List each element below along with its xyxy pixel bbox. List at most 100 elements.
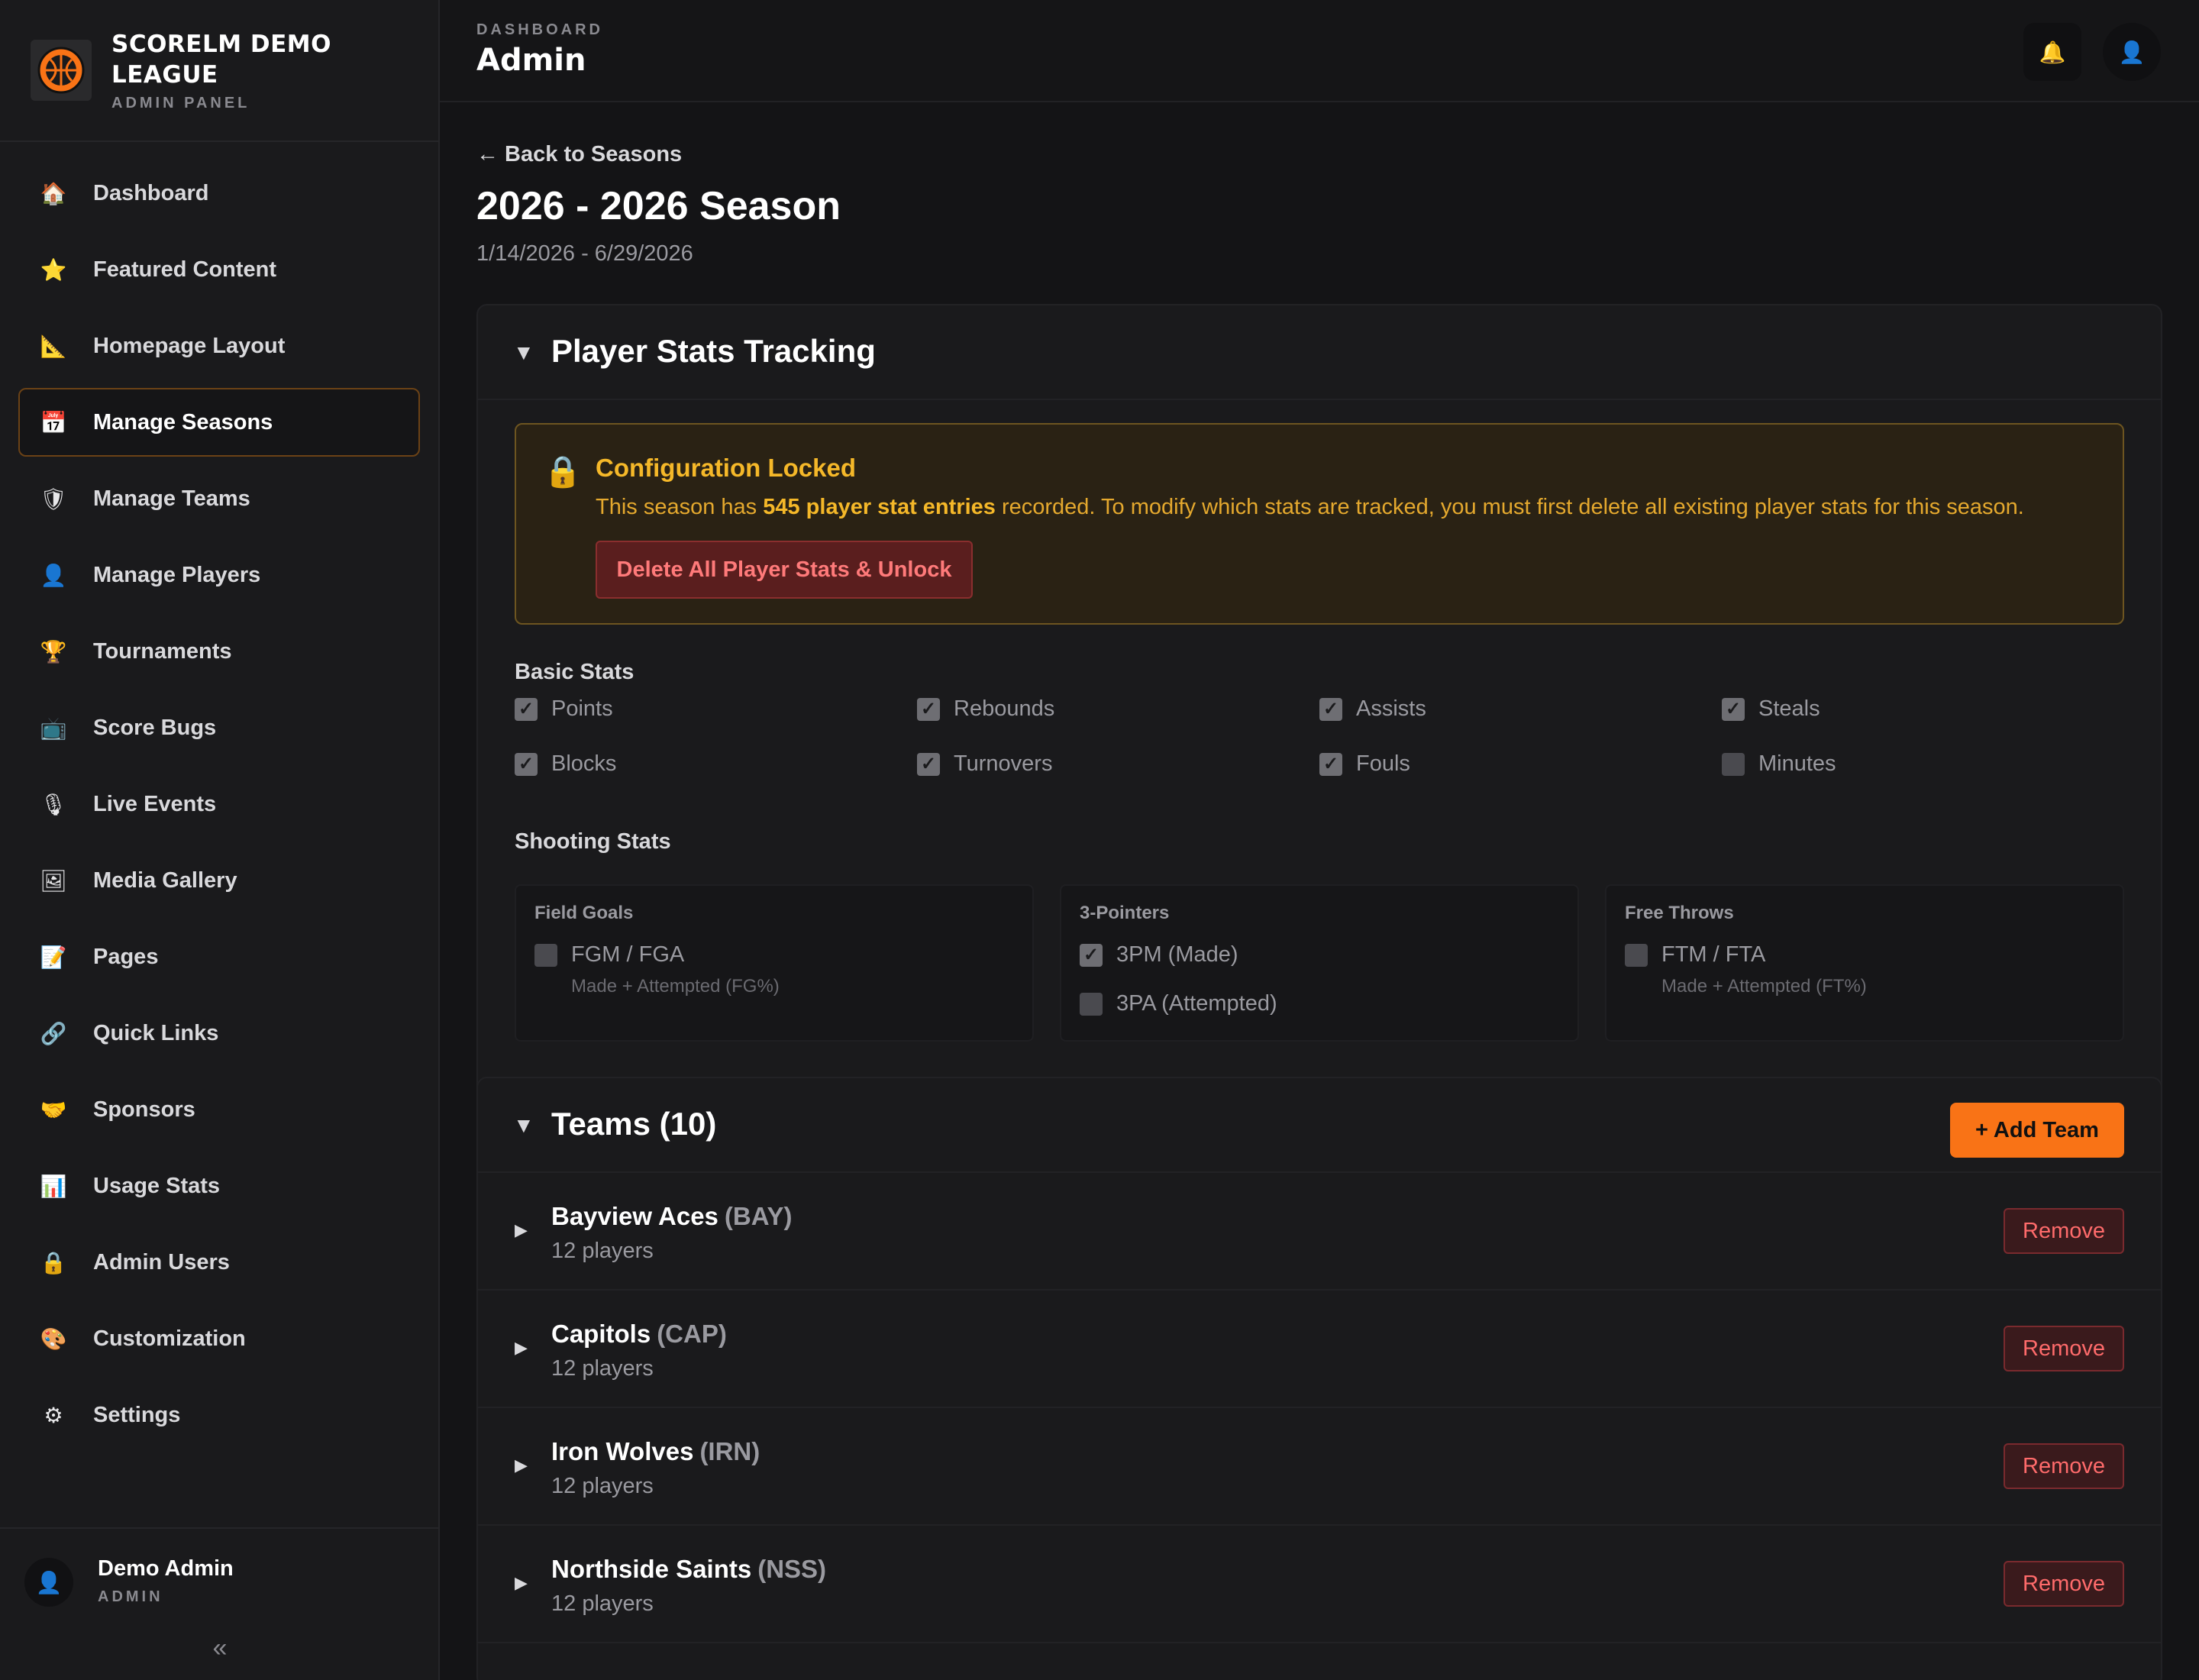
stat-checkbox-rebounds[interactable]: ✓ Rebounds bbox=[917, 696, 1319, 722]
stat-checkbox-turnovers[interactable]: ✓ Turnovers bbox=[917, 751, 1319, 777]
stat-checkbox-3pm-made[interactable]: ✓ 3PM (Made) bbox=[1080, 942, 1238, 968]
shooting-group-field-goals: Field Goals FGM / FGA Made + Attempted (FG… bbox=[515, 884, 1034, 1042]
brand-name: SCORELM DEMO LEAGUE bbox=[111, 30, 331, 89]
remove-team-button[interactable]: Remove bbox=[2004, 1208, 2124, 1254]
admin-users-icon: 🔒 bbox=[40, 1250, 67, 1275]
checkbox-unchecked-icon[interactable] bbox=[1080, 992, 1103, 1016]
team-name: Capitols (CAP) bbox=[551, 1320, 727, 1349]
stat-checkbox-assists[interactable]: ✓ Assists bbox=[1319, 696, 1722, 722]
stat-checkbox-fgm-fga[interactable]: FGM / FGA bbox=[534, 942, 684, 968]
checkbox-checked-icon[interactable]: ✓ bbox=[1319, 752, 1342, 776]
team-name-text: Iron Wolves bbox=[551, 1437, 694, 1465]
team-player-count: 12 players bbox=[551, 1474, 654, 1498]
checkbox-checked-icon[interactable]: ✓ bbox=[1722, 697, 1745, 721]
player-stats-header[interactable]: ▼ Player Stats Tracking bbox=[478, 305, 2161, 400]
expand-caret-icon[interactable]: ▶ bbox=[515, 1338, 528, 1358]
checkbox-checked-icon[interactable]: ✓ bbox=[1080, 943, 1103, 967]
collapse-caret-icon[interactable]: ▼ bbox=[513, 1113, 534, 1138]
sidebar-item-label: Settings bbox=[93, 1402, 181, 1427]
stat-label: Rebounds bbox=[954, 696, 1055, 721]
checkbox-unchecked-icon[interactable] bbox=[1722, 752, 1745, 776]
sidebar-item-live-events[interactable]: 🎙 Live Events bbox=[18, 770, 420, 838]
teams-header[interactable]: ▼ Teams (10) + Add Team bbox=[478, 1078, 2161, 1173]
table-row[interactable]: ▶ Capitols (CAP) 12 players Remove bbox=[478, 1291, 2161, 1408]
sidebar-item-quick-links[interactable]: 🔗 Quick Links bbox=[18, 999, 420, 1068]
sidebar-item-tournaments[interactable]: 🏆 Tournaments bbox=[18, 617, 420, 686]
sidebar-item-label: Score Bugs bbox=[93, 715, 217, 740]
stat-checkbox-ftm-fta[interactable]: FTM / FTA bbox=[1625, 942, 1765, 968]
team-name-text: Capitols bbox=[551, 1320, 651, 1348]
sidebar-item-featured-content[interactable]: ⭐ Featured Content bbox=[18, 235, 420, 304]
shooting-group-title: Field Goals bbox=[534, 903, 634, 923]
sidebar-item-pages[interactable]: 📝 Pages bbox=[18, 922, 420, 991]
sidebar-item-sponsors[interactable]: 🤝 Sponsors bbox=[18, 1075, 420, 1144]
sidebar-item-label: Media Gallery bbox=[93, 867, 237, 893]
sidebar: SCORELM DEMO LEAGUE ADMIN PANEL 🏠 Dashboa… bbox=[0, 0, 440, 1680]
brand-subtitle: ADMIN PANEL bbox=[111, 94, 250, 111]
sidebar-item-settings[interactable]: ⚙ Settings bbox=[18, 1381, 420, 1449]
checkbox-unchecked-icon[interactable] bbox=[534, 943, 557, 967]
stat-label: Steals bbox=[1758, 696, 1820, 721]
table-row[interactable]: ▶ Northside Saints (NSS) 12 players Remove bbox=[478, 1526, 2161, 1643]
stat-checkbox-blocks[interactable]: ✓ Blocks bbox=[515, 751, 917, 777]
table-row[interactable]: ▶ Bayview Aces (BAY) 12 players Remove bbox=[478, 1173, 2161, 1291]
sidebar-nav: 🏠 Dashboard ⭐ Featured Content 📐 Homepage Lay… bbox=[18, 159, 420, 1457]
sidebar-item-label: Pages bbox=[93, 944, 159, 969]
profile-icon[interactable]: 👤 bbox=[2103, 23, 2161, 81]
stat-checkbox-points[interactable]: ✓ Points bbox=[515, 696, 917, 722]
brand[interactable]: SCORELM DEMO LEAGUE ADMIN PANEL bbox=[0, 0, 438, 142]
team-player-count: 12 players bbox=[551, 1239, 654, 1263]
sidebar-item-manage-teams[interactable]: 🛡 Manage Teams bbox=[18, 464, 420, 533]
stat-checkbox-minutes[interactable]: Minutes bbox=[1722, 751, 2124, 777]
table-row[interactable]: ▶ Iron Wolves (IRN) 12 players Remove bbox=[478, 1408, 2161, 1526]
sidebar-item-dashboard[interactable]: 🏠 Dashboard bbox=[18, 159, 420, 228]
bell-icon[interactable]: 🔔 bbox=[2023, 23, 2081, 81]
player-stats-card: ▼ Player Stats Tracking 🔒 Configuration … bbox=[476, 304, 2162, 1145]
checkbox-checked-icon[interactable]: ✓ bbox=[917, 752, 940, 776]
sidebar-item-manage-seasons[interactable]: 📅 Manage Seasons bbox=[18, 388, 420, 457]
shooting-stats-label: Shooting Stats bbox=[515, 829, 671, 854]
sidebar-item-label: Manage Teams bbox=[93, 486, 250, 511]
stat-checkbox-fouls[interactable]: ✓ Fouls bbox=[1319, 751, 1722, 777]
checkbox-checked-icon[interactable]: ✓ bbox=[917, 697, 940, 721]
expand-caret-icon[interactable]: ▶ bbox=[515, 1455, 528, 1475]
sidebar-item-score-bugs[interactable]: 📺 Score Bugs bbox=[18, 693, 420, 762]
team-abbreviation: (BAY) bbox=[724, 1202, 793, 1230]
stat-checkbox-3pa-attempted[interactable]: 3PA (Attempted) bbox=[1080, 991, 1277, 1016]
sidebar-item-label: Tournaments bbox=[93, 638, 232, 664]
expand-caret-icon[interactable]: ▶ bbox=[515, 1220, 528, 1240]
sidebar-item-customization[interactable]: 🎨 Customization bbox=[18, 1304, 420, 1373]
team-list: ▶ Bayview Aces (BAY) 12 players Remove ▶ Capit… bbox=[478, 1173, 2161, 1643]
delete-stats-unlock-button[interactable]: Delete All Player Stats & Unlock bbox=[596, 541, 973, 599]
remove-team-button[interactable]: Remove bbox=[2004, 1443, 2124, 1489]
sidebar-item-label: Usage Stats bbox=[93, 1173, 221, 1198]
shooting-group-title: Free Throws bbox=[1625, 903, 1734, 923]
sidebar-item-media-gallery[interactable]: 🖼 Media Gallery bbox=[18, 846, 420, 915]
collapse-sidebar-icon[interactable]: « bbox=[202, 1630, 238, 1666]
sidebar-item-homepage-layout[interactable]: 📐 Homepage Layout bbox=[18, 312, 420, 380]
back-to-seasons-link[interactable]: ← Back to Seasons bbox=[476, 142, 682, 167]
remove-team-button[interactable]: Remove bbox=[2004, 1326, 2124, 1371]
stat-label: Blocks bbox=[551, 751, 617, 776]
checkbox-checked-icon[interactable]: ✓ bbox=[1319, 697, 1342, 721]
checkbox-checked-icon[interactable]: ✓ bbox=[515, 697, 538, 721]
stat-entries-count: 545 player stat entries bbox=[763, 495, 996, 519]
basic-stats-row: ✓ Blocks ✓ Turnovers ✓ Fouls Minutes bbox=[515, 751, 2124, 777]
sidebar-item-label: Sponsors bbox=[93, 1097, 195, 1122]
collapse-caret-icon[interactable]: ▼ bbox=[513, 341, 534, 365]
checkbox-unchecked-icon[interactable] bbox=[1625, 943, 1648, 967]
sidebar-item-admin-users[interactable]: 🔒 Admin Users bbox=[18, 1228, 420, 1297]
sidebar-item-label: Dashboard bbox=[93, 180, 209, 205]
usage-stats-icon: 📊 bbox=[40, 1174, 67, 1198]
team-name: Bayview Aces (BAY) bbox=[551, 1202, 793, 1231]
checkbox-checked-icon[interactable]: ✓ bbox=[515, 752, 538, 776]
stat-checkbox-steals[interactable]: ✓ Steals bbox=[1722, 696, 2124, 722]
score-bugs-icon: 📺 bbox=[40, 716, 67, 740]
team-abbreviation: (NSS) bbox=[757, 1555, 827, 1583]
avatar[interactable]: 👤 bbox=[24, 1558, 73, 1607]
sidebar-item-manage-players[interactable]: 👤 Manage Players bbox=[18, 541, 420, 609]
expand-caret-icon[interactable]: ▶ bbox=[515, 1573, 528, 1593]
add-team-button[interactable]: + Add Team bbox=[1950, 1103, 2124, 1158]
remove-team-button[interactable]: Remove bbox=[2004, 1561, 2124, 1607]
sidebar-item-usage-stats[interactable]: 📊 Usage Stats bbox=[18, 1152, 420, 1220]
